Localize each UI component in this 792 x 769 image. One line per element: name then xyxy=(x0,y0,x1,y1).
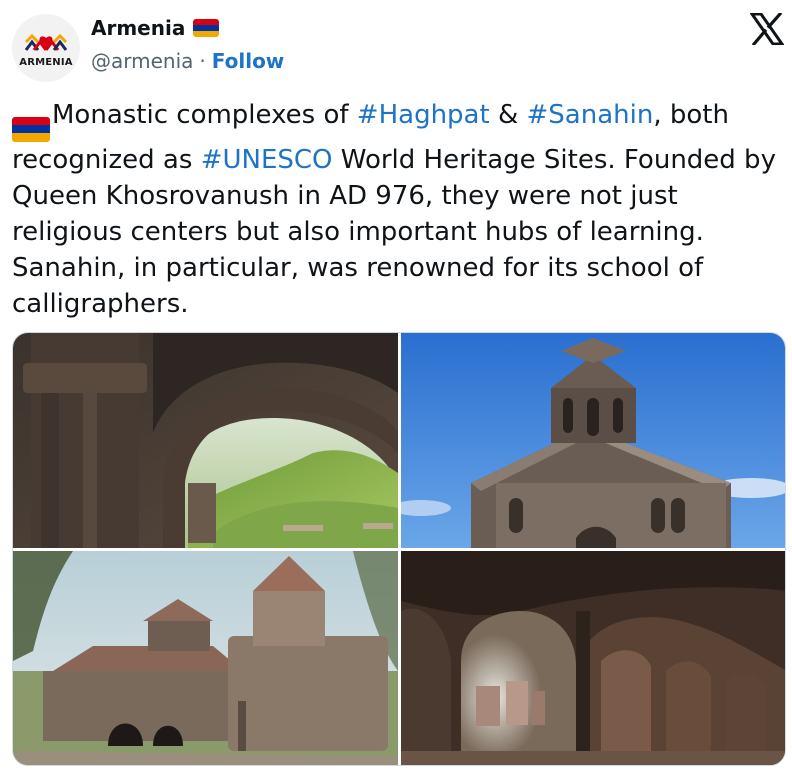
separator-dot: · xyxy=(199,49,206,73)
account-handle[interactable]: @armenia xyxy=(91,49,193,73)
tweet-text: Monastic complexes of #Haghpat & #Sanahi… xyxy=(12,97,782,322)
photo-bell-tower-sky[interactable] xyxy=(401,333,785,548)
tweet-text-segment: & xyxy=(489,100,527,130)
name-row: Armenia xyxy=(91,14,220,42)
avatar[interactable]: ARMENIA xyxy=(12,14,80,82)
tweet-header: ARMENIA Armenia @armenia · Follow xyxy=(0,0,792,90)
avatar-text: ARMENIA xyxy=(19,57,73,68)
display-name[interactable]: Armenia xyxy=(91,16,185,40)
follow-button[interactable]: Follow xyxy=(212,49,285,73)
photo-monastery-exterior[interactable] xyxy=(13,551,398,765)
photo-arched-gallery[interactable] xyxy=(401,551,785,765)
photo-stone-arch-valley[interactable] xyxy=(13,333,398,548)
avatar-logo-icon xyxy=(24,33,68,51)
flag-stripe-orange xyxy=(193,31,220,37)
handle-row: @armenia · Follow xyxy=(91,47,284,75)
flag-stripe-red xyxy=(12,116,50,125)
hashtag-haghpat[interactable]: #Haghpat xyxy=(357,100,490,130)
hashtag-sanahin[interactable]: #Sanahin xyxy=(527,100,654,130)
media-grid xyxy=(12,332,786,766)
x-logo-icon[interactable] xyxy=(750,13,784,45)
armenia-flag-icon xyxy=(193,19,220,37)
armenia-flag-icon xyxy=(12,116,50,142)
hashtag-unesco[interactable]: #UNESCO xyxy=(201,145,333,175)
tweet-text-segment: Monastic complexes of xyxy=(52,100,357,130)
flag-stripe-blue xyxy=(12,125,50,134)
flag-stripe-orange xyxy=(12,133,50,142)
